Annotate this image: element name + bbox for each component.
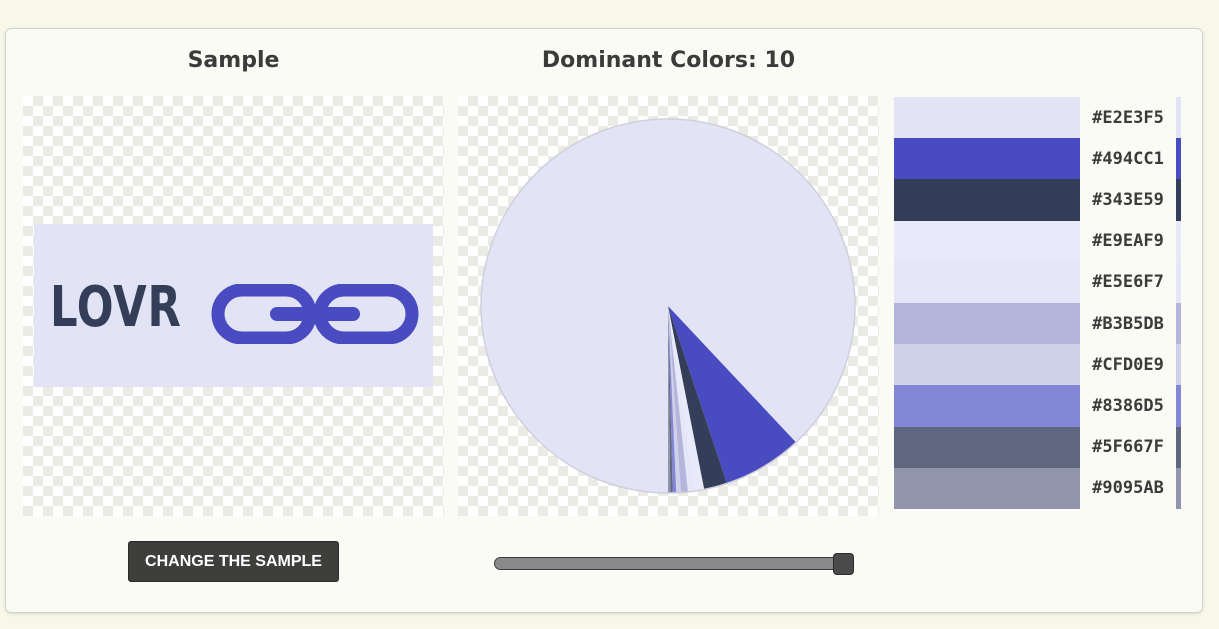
sample-image: LOVR [34, 224, 433, 387]
color-swatch [894, 261, 1080, 303]
color-swatch-edge [1176, 344, 1181, 386]
color-swatch-row: #E9EAF9 [894, 220, 1181, 262]
color-swatch-row: #494CC1 [894, 138, 1181, 180]
dominant-colors-heading: Dominant Colors: 10 [458, 48, 879, 73]
color-swatch-edge [1176, 385, 1181, 427]
color-swatch-edge [1176, 138, 1181, 180]
color-swatch-row: #CFD0E9 [894, 344, 1181, 386]
color-swatch-row: #B3B5DB [894, 302, 1181, 345]
color-hex-label: #CFD0E9 [1080, 344, 1176, 386]
color-swatch-edge [1176, 426, 1181, 468]
color-swatch-list: #E2E3F5 #494CC1 #343E59 #E9EAF9 #E5E6F7 #B3B5… [894, 97, 1181, 509]
color-swatch-edge [1176, 261, 1181, 303]
color-swatch-row: #E2E3F5 [894, 97, 1181, 139]
color-swatch [894, 385, 1080, 427]
chain-link-icon [211, 284, 419, 344]
color-swatch [894, 467, 1080, 509]
color-hex-label: #343E59 [1080, 179, 1176, 221]
color-hex-label: #E5E6F7 [1080, 261, 1176, 303]
color-swatch-edge [1176, 467, 1181, 509]
dominant-colors-pie-chart [480, 118, 856, 494]
color-swatch [894, 138, 1080, 180]
color-hex-label: #5F667F [1080, 426, 1176, 468]
color-swatch-edge [1176, 302, 1181, 345]
color-swatch-edge [1176, 179, 1181, 221]
color-count-slider-thumb[interactable] [833, 553, 854, 575]
color-swatch-edge [1176, 97, 1181, 139]
color-hex-label: #E2E3F5 [1080, 97, 1176, 139]
color-swatch [894, 179, 1080, 221]
pie-chart-area [458, 96, 879, 516]
color-swatch [894, 302, 1080, 345]
color-swatch [894, 344, 1080, 386]
color-swatch [894, 220, 1080, 262]
color-hex-label: #494CC1 [1080, 138, 1176, 180]
color-count-slider[interactable] [494, 557, 852, 570]
color-hex-label: #8386D5 [1080, 385, 1176, 427]
color-swatch-edge [1176, 220, 1181, 262]
sample-heading: Sample [187, 48, 280, 73]
color-swatch-row: #8386D5 [894, 385, 1181, 427]
color-hex-label: #B3B5DB [1080, 302, 1176, 345]
color-swatch-row: #343E59 [894, 179, 1181, 221]
color-swatch-row: #9095AB [894, 467, 1181, 509]
color-swatch-row: #E5E6F7 [894, 261, 1181, 303]
logo-text: LOVR [50, 275, 182, 340]
change-sample-button[interactable]: CHANGE THE SAMPLE [128, 541, 339, 582]
sample-image-area: LOVR [23, 96, 444, 516]
color-swatch [894, 97, 1080, 139]
color-hex-label: #E9EAF9 [1080, 220, 1176, 262]
color-swatch-row: #5F667F [894, 426, 1181, 468]
dominant-colors-count: 10 [764, 48, 796, 73]
dominant-colors-label: Dominant Colors: [541, 48, 757, 73]
color-swatch [894, 426, 1080, 468]
color-hex-label: #9095AB [1080, 467, 1176, 509]
